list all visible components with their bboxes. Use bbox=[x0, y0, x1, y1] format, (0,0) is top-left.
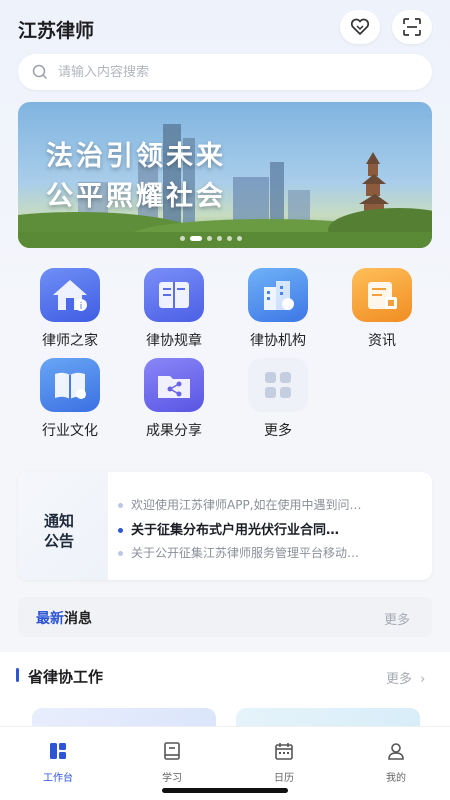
search-icon bbox=[32, 64, 48, 80]
svg-text:i: i bbox=[80, 302, 83, 312]
notice-item-text: 欢迎使用江苏律师APP,如在使用中遇到问… bbox=[131, 498, 362, 512]
tab-label: 学习 bbox=[162, 773, 182, 784]
latest-news-bar[interactable]: 最新消息 更多 bbox=[18, 597, 432, 637]
banner-carousel[interactable]: 法治引领未来 公平照耀社会 bbox=[18, 102, 432, 248]
tab-label: 日历 bbox=[274, 773, 294, 784]
more-grid-icon bbox=[248, 358, 308, 412]
menu-label: 更多 bbox=[264, 423, 292, 439]
culture-book-icon bbox=[40, 358, 100, 412]
carousel-indicator bbox=[180, 236, 242, 241]
menu-institution[interactable]: 律协机构 bbox=[238, 268, 318, 350]
carousel-dot[interactable] bbox=[207, 236, 212, 241]
menu-news[interactable]: 资讯 bbox=[342, 268, 422, 350]
banner-slogan-line1: 法治引领未来 bbox=[46, 141, 226, 172]
notice-title-line2: 公告 bbox=[44, 532, 75, 550]
search-input[interactable] bbox=[58, 64, 398, 80]
notice-item-text: 关于征集分布式户用光伏行业合同… bbox=[131, 523, 340, 538]
scan-button[interactable] bbox=[392, 10, 432, 44]
lawyer-home-icon: i bbox=[40, 268, 100, 322]
menu-label: 行业文化 bbox=[42, 423, 98, 439]
notice-title-block: 通知 公告 bbox=[18, 472, 108, 580]
notice-item[interactable]: 关于公开征集江苏律师服务管理平台移动… bbox=[118, 544, 418, 561]
notice-item-highlighted[interactable]: 关于征集分布式户用光伏行业合同… bbox=[118, 519, 418, 538]
menu-label: 资讯 bbox=[368, 333, 396, 349]
carousel-dot-active[interactable] bbox=[190, 236, 202, 241]
notice-title-line1: 通知 bbox=[44, 512, 75, 530]
section-accent-bar bbox=[16, 668, 19, 682]
search-bar[interactable] bbox=[18, 54, 432, 90]
carousel-dot[interactable] bbox=[227, 236, 232, 241]
latest-news-title: 最新消息 bbox=[36, 608, 92, 628]
bullet-dot bbox=[118, 503, 123, 508]
share-folder-icon bbox=[144, 358, 204, 412]
menu-label: 律师之家 bbox=[42, 333, 98, 349]
header: 江苏律师 bbox=[0, 0, 450, 56]
app-title: 江苏律师 bbox=[18, 20, 95, 42]
rules-book-icon bbox=[144, 268, 204, 322]
tab-study[interactable]: 学习 bbox=[142, 741, 202, 784]
profile-icon bbox=[388, 743, 404, 760]
carousel-dot[interactable] bbox=[237, 236, 242, 241]
tab-workbench[interactable]: 工作台 bbox=[28, 741, 88, 784]
menu-more[interactable]: 更多 bbox=[238, 358, 318, 440]
carousel-dot[interactable] bbox=[217, 236, 222, 241]
menu-label: 律协机构 bbox=[250, 333, 306, 349]
workbench-icon bbox=[50, 743, 66, 759]
bullet-dot bbox=[118, 528, 123, 533]
chevron-right-icon: › bbox=[420, 672, 426, 687]
notice-item-text: 关于公开征集江苏律师服务管理平台移动… bbox=[131, 546, 360, 560]
tab-label: 工作台 bbox=[43, 773, 73, 784]
heart-icon bbox=[350, 18, 370, 35]
news-icon bbox=[352, 268, 412, 322]
section-title: 省律协工作 bbox=[28, 668, 104, 686]
section-more-label: 更多 bbox=[386, 672, 413, 687]
study-icon bbox=[164, 742, 180, 760]
banner-slogan-line2: 公平照耀社会 bbox=[46, 181, 226, 212]
menu-culture[interactable]: 行业文化 bbox=[30, 358, 110, 440]
menu-label: 成果分享 bbox=[146, 423, 202, 439]
menu-share[interactable]: 成果分享 bbox=[134, 358, 214, 440]
tab-label: 我的 bbox=[386, 773, 406, 784]
home-indicator bbox=[162, 788, 288, 793]
scan-icon bbox=[403, 18, 421, 36]
latest-news-title-accent: 最新 bbox=[36, 611, 64, 627]
menu-label: 律协规章 bbox=[146, 333, 202, 349]
institution-building-icon bbox=[248, 268, 308, 322]
calendar-icon bbox=[275, 743, 293, 760]
news-more-link[interactable]: 更多 bbox=[384, 609, 410, 628]
menu-lawyer-home[interactable]: i 律师之家 bbox=[30, 268, 110, 350]
carousel-dot[interactable] bbox=[180, 236, 185, 241]
bullet-dot bbox=[118, 551, 123, 556]
latest-news-title-rest: 消息 bbox=[64, 611, 92, 627]
tab-calendar[interactable]: 日历 bbox=[254, 741, 314, 784]
menu-rules[interactable]: 律协规章 bbox=[134, 268, 214, 350]
notice-item[interactable]: 欢迎使用江苏律师APP,如在使用中遇到问… bbox=[118, 496, 418, 513]
tab-profile[interactable]: 我的 bbox=[366, 741, 426, 784]
section-more-link[interactable]: 更多 › bbox=[386, 668, 425, 687]
notice-card: 通知 公告 欢迎使用江苏律师APP,如在使用中遇到问… 关于征集分布式户用光伏行… bbox=[18, 472, 432, 580]
favorite-button[interactable] bbox=[340, 10, 380, 44]
